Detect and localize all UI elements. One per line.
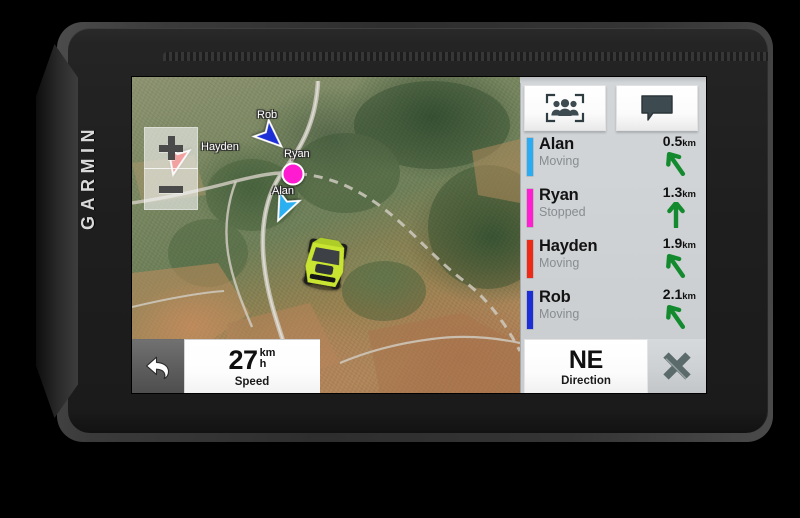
back-arrow-icon xyxy=(146,356,170,380)
device-stage: GARMIN Rob Hayden Ryan Alan 27 km h Spee… xyxy=(0,0,800,518)
speech-bubble-icon xyxy=(641,95,673,121)
zoom-in-button[interactable] xyxy=(144,127,198,169)
contact-distance-unit: km xyxy=(682,189,696,200)
map-label-ryan: Ryan xyxy=(284,148,310,160)
device-mount-ear xyxy=(36,44,78,418)
back-button[interactable] xyxy=(132,339,184,393)
close-button[interactable] xyxy=(648,339,706,393)
contact-color-bar xyxy=(527,291,533,329)
plus-icon xyxy=(159,136,183,160)
contact-distance-unit: km xyxy=(682,138,696,149)
messages-button[interactable] xyxy=(616,85,698,131)
contact-name: Rob xyxy=(539,288,571,306)
contact-bearing-arrow xyxy=(666,304,686,330)
contact-distance: 1.9km xyxy=(663,235,696,251)
contact-row-alan[interactable]: Alan Moving 0.5km xyxy=(520,133,706,183)
speed-value: 27 xyxy=(228,344,259,375)
sidebar-tool-buttons xyxy=(520,83,706,133)
speed-panel[interactable]: 27 km h Speed xyxy=(184,339,320,393)
contact-bearing-arrow xyxy=(667,202,685,228)
contact-row-hayden[interactable]: Hayden Moving 1.9km xyxy=(520,235,706,285)
speed-unit-numerator: km xyxy=(259,346,276,359)
contact-status: Moving xyxy=(539,307,580,321)
device-top-vent xyxy=(163,52,768,61)
map-marker-ryan xyxy=(281,162,305,186)
speed-unit: km h xyxy=(259,346,276,370)
group-tracking-button[interactable] xyxy=(524,85,606,131)
garmin-brand-logo: GARMIN xyxy=(78,124,98,230)
contact-distance-unit: km xyxy=(682,291,696,302)
contact-distance: 1.3km xyxy=(663,184,696,200)
contact-color-bar xyxy=(527,138,533,176)
contact-status: Stopped xyxy=(539,205,586,219)
contact-name: Ryan xyxy=(539,186,579,204)
contact-row-rob[interactable]: Rob Moving 2.1km xyxy=(520,286,706,336)
contact-distance: 2.1km xyxy=(663,286,696,302)
device-screen: Rob Hayden Ryan Alan 27 km h Speed Alan … xyxy=(132,77,706,393)
map-label-rob: Rob xyxy=(257,109,278,121)
direction-label: Direction xyxy=(561,374,611,387)
contact-distance-value: 1.9 xyxy=(662,235,683,251)
vehicle-marker xyxy=(302,237,348,291)
contact-row-ryan[interactable]: Ryan Stopped 1.3km xyxy=(520,184,706,234)
map-label-alan: Alan xyxy=(272,185,295,197)
speed-unit-denominator: h xyxy=(259,357,267,370)
direction-panel[interactable]: NE Direction xyxy=(524,339,648,393)
contact-bearing-arrow xyxy=(666,151,686,177)
contact-color-bar xyxy=(527,189,533,227)
speed-row: 27 km h xyxy=(228,344,276,375)
contact-distance-value: 2.1 xyxy=(662,286,683,302)
contact-bearing-arrow xyxy=(666,253,686,279)
close-x-icon xyxy=(663,352,691,382)
contact-name: Alan xyxy=(539,135,574,153)
contact-status: Moving xyxy=(539,154,580,168)
contact-status: Moving xyxy=(539,256,580,270)
speed-label: Speed xyxy=(234,375,270,388)
group-people-icon xyxy=(545,93,585,123)
contact-distance-unit: km xyxy=(682,240,696,251)
direction-value: NE xyxy=(568,345,604,374)
map-view[interactable]: Rob Hayden Ryan Alan 27 km h Speed xyxy=(132,77,520,393)
contact-distance-value: 1.3 xyxy=(662,184,683,200)
contact-list: Alan Moving 0.5km Ryan Stopped 1.3km Hay… xyxy=(520,133,706,338)
group-ride-sidebar: Alan Moving 0.5km Ryan Stopped 1.3km Hay… xyxy=(520,77,706,393)
contact-name: Hayden xyxy=(539,237,598,255)
contact-distance: 0.5km xyxy=(663,133,696,149)
map-label-hayden: Hayden xyxy=(201,141,239,153)
minus-icon xyxy=(159,177,183,201)
zoom-out-button[interactable] xyxy=(144,168,198,210)
contact-distance-value: 0.5 xyxy=(662,133,683,149)
contact-color-bar xyxy=(527,240,533,278)
